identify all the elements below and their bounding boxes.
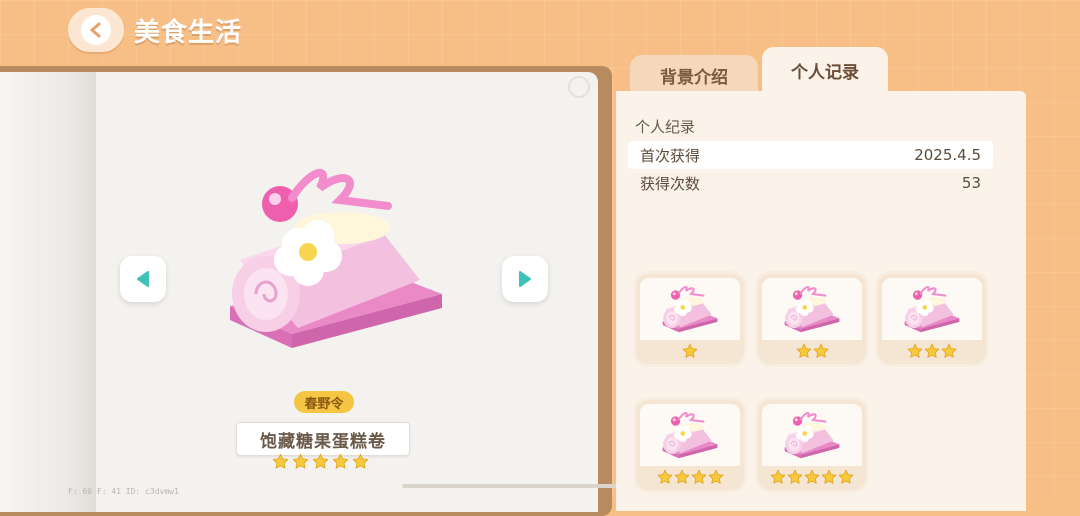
variant-card[interactable] — [758, 400, 866, 490]
record-value: 2025.4.5 — [914, 146, 981, 164]
cake-roll-thumbnail — [658, 406, 720, 464]
book-spine — [0, 72, 96, 512]
variant-rating — [758, 343, 866, 359]
record-section-title: 个人纪录 — [635, 118, 696, 136]
variant-card[interactable] — [636, 400, 744, 490]
page-title: 美食生活 — [134, 17, 243, 48]
star-icon — [657, 469, 673, 485]
star-icon — [691, 469, 707, 485]
star-icon — [941, 343, 957, 359]
record-value: 53 — [961, 174, 981, 192]
chevron-left-icon — [81, 15, 111, 45]
tab-personal-record[interactable]: 个人记录 — [762, 47, 888, 93]
star-icon — [924, 343, 940, 359]
back-button[interactable] — [68, 8, 124, 52]
variant-rating — [758, 469, 866, 485]
cake-roll-thumbnail — [900, 280, 962, 338]
star-icon — [787, 469, 803, 485]
arrow-right-icon — [519, 271, 531, 287]
variant-rating — [878, 343, 986, 359]
star-icon — [332, 453, 349, 470]
season-badge: 春野令 — [294, 391, 354, 413]
next-item-button[interactable] — [502, 256, 548, 302]
record-label: 获得次数 — [640, 174, 701, 193]
record-row-obtain-count: 获得次数 53 — [628, 169, 993, 197]
star-icon — [272, 453, 289, 470]
item-name: 饱藏糖果蛋糕卷 — [236, 422, 410, 456]
record-row-first-obtained: 首次获得 2025.4.5 — [628, 141, 993, 169]
star-icon — [312, 453, 329, 470]
variant-rating — [636, 469, 744, 485]
page-corner-ornament — [568, 76, 590, 98]
record-label: 首次获得 — [640, 146, 701, 165]
star-icon — [770, 469, 786, 485]
star-icon — [352, 453, 369, 470]
debug-info: F: 60 F: 41 ID: c3dvmw1 — [68, 487, 179, 496]
star-icon — [292, 453, 309, 470]
star-icon — [708, 469, 724, 485]
cake-roll-thumbnail — [780, 406, 842, 464]
cake-roll-thumbnail — [658, 280, 720, 338]
arrow-left-icon — [137, 271, 149, 287]
star-icon — [796, 343, 812, 359]
star-icon — [674, 469, 690, 485]
star-icon — [804, 469, 820, 485]
variant-card[interactable] — [758, 274, 866, 364]
tab-background-intro[interactable]: 背景介绍 — [630, 55, 758, 95]
item-rating — [272, 453, 369, 470]
variant-rating — [636, 343, 744, 359]
star-icon — [907, 343, 923, 359]
variant-card[interactable] — [878, 274, 986, 364]
star-icon — [682, 343, 698, 359]
cake-roll-image — [212, 148, 452, 368]
prev-item-button[interactable] — [120, 256, 166, 302]
star-icon — [821, 469, 837, 485]
star-icon — [838, 469, 854, 485]
variant-card[interactable] — [636, 274, 744, 364]
star-icon — [813, 343, 829, 359]
cake-roll-thumbnail — [780, 280, 842, 338]
header: 美食生活 — [68, 8, 242, 52]
